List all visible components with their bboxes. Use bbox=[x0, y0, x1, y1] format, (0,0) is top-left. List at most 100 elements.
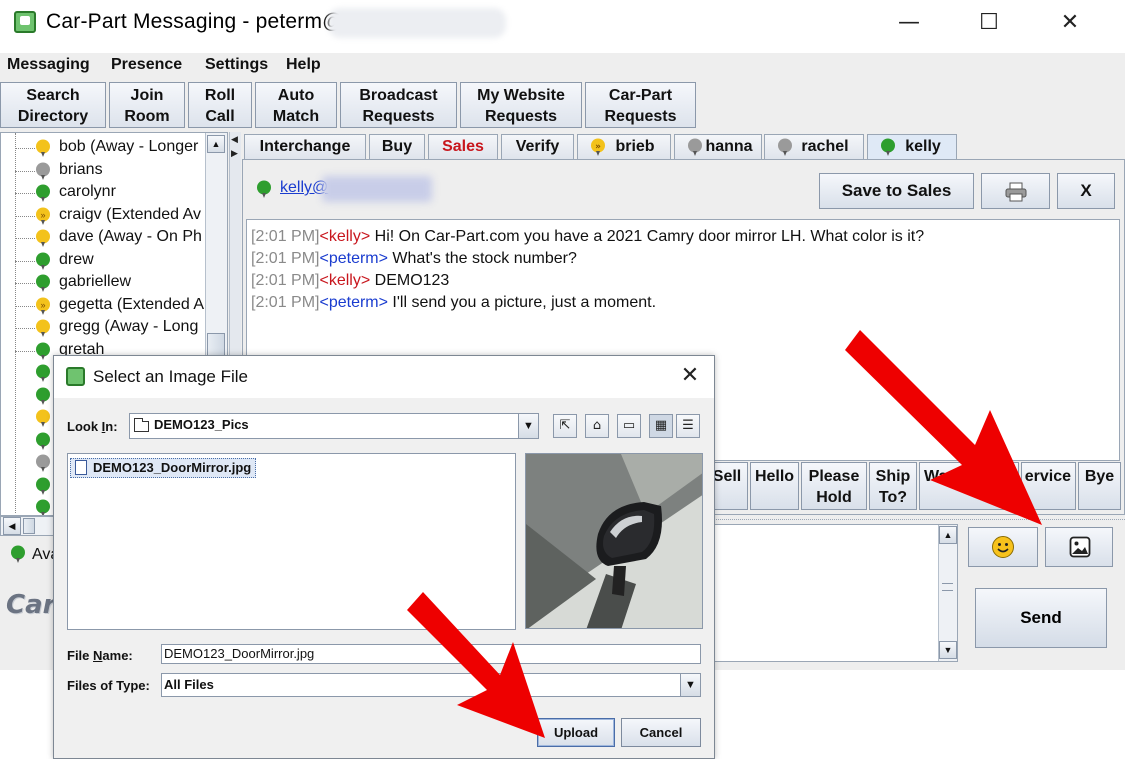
image-preview bbox=[525, 453, 703, 629]
menu-settings[interactable]: Settings bbox=[205, 56, 268, 74]
redacted-email bbox=[328, 8, 506, 38]
tree-connector bbox=[15, 260, 35, 262]
tab-verify[interactable]: Verify bbox=[501, 134, 574, 159]
scroll-up-icon[interactable]: ▲ bbox=[939, 526, 957, 544]
emoji-button[interactable] bbox=[968, 527, 1038, 567]
available-status-icon bbox=[36, 499, 50, 515]
file-type-combo[interactable]: All Files ▼ bbox=[161, 673, 701, 697]
contact-item[interactable]: » craigv (Extended Av bbox=[1, 205, 206, 227]
tab-kelly[interactable]: kelly bbox=[867, 134, 957, 159]
quick-service-button[interactable]: ervice bbox=[1021, 462, 1076, 510]
chevron-down-icon[interactable]: ▼ bbox=[680, 674, 700, 696]
minimize-icon[interactable]: — bbox=[886, 6, 932, 40]
quick-wait-button[interactable]: Wa bbox=[919, 462, 1019, 510]
tab-buy[interactable]: Buy bbox=[369, 134, 425, 159]
scroll-down-icon[interactable]: ▼ bbox=[939, 641, 957, 659]
contact-item[interactable]: carolynr bbox=[1, 182, 206, 204]
search-directory-button[interactable]: Search Directory bbox=[0, 82, 106, 128]
file-item[interactable]: DEMO123_DoorMirror.jpg bbox=[70, 458, 257, 478]
quick-hello-button[interactable]: Hello bbox=[750, 462, 799, 510]
collapse-left-icon[interactable]: ◀ bbox=[231, 134, 238, 145]
expand-right-icon[interactable]: ▶ bbox=[231, 148, 238, 159]
menu-bar: Messaging Presence Settings Help bbox=[0, 53, 1125, 80]
save-to-sales-button[interactable]: Save to Sales bbox=[819, 173, 974, 209]
broadcast-requests-button[interactable]: Broadcast Requests bbox=[340, 82, 457, 128]
contact-item[interactable]: dave (Away - On Ph bbox=[1, 227, 206, 249]
car-part-logo: Car bbox=[6, 590, 56, 620]
contact-item[interactable]: bob (Away - Longer bbox=[1, 137, 206, 159]
file-name-input[interactable]: DEMO123_DoorMirror.jpg bbox=[161, 644, 701, 664]
tab-label: brieb bbox=[615, 138, 655, 155]
input-scrollbar[interactable]: ▲ ▼ bbox=[938, 525, 957, 661]
contact-item[interactable]: brians bbox=[1, 160, 206, 182]
app-icon bbox=[66, 367, 85, 386]
scroll-thumb[interactable] bbox=[207, 333, 225, 357]
extended-away-icon: » bbox=[591, 138, 605, 156]
contact-email-link[interactable]: kelly@ bbox=[280, 179, 328, 197]
send-image-button[interactable] bbox=[1045, 527, 1113, 567]
up-folder-icon[interactable]: ⇱ bbox=[553, 414, 577, 438]
door-mirror-preview bbox=[526, 454, 702, 628]
message-input[interactable] bbox=[700, 524, 958, 662]
tab-brieb[interactable]: » brieb bbox=[577, 134, 671, 159]
print-button[interactable] bbox=[981, 173, 1050, 209]
file-list[interactable] bbox=[67, 453, 516, 630]
details-view-icon[interactable]: ☰ bbox=[676, 414, 700, 438]
tree-connector bbox=[15, 215, 35, 217]
contact-name: carolynr bbox=[59, 183, 116, 200]
contact-item[interactable]: gregg (Away - Long bbox=[1, 317, 206, 339]
file-icon bbox=[75, 460, 87, 475]
close-icon[interactable]: ✕ bbox=[1047, 6, 1093, 40]
my-website-requests-button[interactable]: My Website Requests bbox=[460, 82, 582, 128]
send-button[interactable]: Send bbox=[975, 588, 1107, 648]
available-status-icon bbox=[36, 432, 50, 450]
maximize-icon[interactable]: ☐ bbox=[966, 6, 1012, 40]
splitter[interactable] bbox=[700, 514, 1125, 520]
hscroll-thumb[interactable] bbox=[23, 518, 35, 534]
menu-help[interactable]: Help bbox=[286, 56, 321, 74]
auto-match-button[interactable]: Auto Match bbox=[255, 82, 337, 128]
tree-connector bbox=[15, 350, 35, 352]
chevron-down-icon[interactable]: ▼ bbox=[518, 414, 538, 438]
upload-button[interactable]: Upload bbox=[537, 718, 615, 747]
car-part-requests-button[interactable]: Car-Part Requests bbox=[585, 82, 696, 128]
svg-text:»: » bbox=[40, 300, 45, 310]
close-icon[interactable]: ✕ bbox=[676, 362, 704, 390]
menu-presence[interactable]: Presence bbox=[111, 56, 182, 74]
extended-away-icon: » bbox=[36, 207, 50, 225]
new-folder-icon[interactable]: ▭ bbox=[617, 414, 641, 438]
tab-interchange[interactable]: Interchange bbox=[244, 134, 366, 159]
contact-item[interactable]: » gegetta (Extended A bbox=[1, 295, 206, 317]
join-room-button[interactable]: Join Room bbox=[109, 82, 185, 128]
chat-message: [2:01 PM]<kelly> DEMO123 bbox=[251, 272, 450, 289]
tab-sales[interactable]: Sales bbox=[428, 134, 498, 159]
svg-text:»: » bbox=[595, 142, 601, 152]
contact-item[interactable]: gabriellew bbox=[1, 272, 206, 294]
tree-connector bbox=[15, 238, 35, 239]
contact-item[interactable]: drew bbox=[1, 250, 206, 272]
home-icon[interactable]: ⌂ bbox=[585, 414, 609, 438]
printer-icon bbox=[1005, 182, 1026, 202]
available-status-icon bbox=[36, 342, 50, 360]
scroll-up-icon[interactable]: ▲ bbox=[207, 135, 225, 153]
tab-label: hanna bbox=[705, 138, 753, 155]
tab-hanna[interactable]: hanna bbox=[674, 134, 762, 159]
quick-please-hold-button[interactable]: Please Hold bbox=[801, 462, 867, 510]
tree-connector bbox=[15, 170, 35, 172]
quick-ship-to-button[interactable]: Ship To? bbox=[869, 462, 917, 510]
tree-connector bbox=[15, 305, 35, 307]
cancel-button[interactable]: Cancel bbox=[621, 718, 701, 747]
file-name: DEMO123_DoorMirror.jpg bbox=[93, 460, 252, 475]
quick-bye-button[interactable]: Bye bbox=[1078, 462, 1121, 510]
menu-messaging[interactable]: Messaging bbox=[7, 56, 90, 74]
close-chat-button[interactable]: X bbox=[1057, 173, 1115, 209]
away-status-icon bbox=[36, 139, 50, 157]
roll-call-button[interactable]: Roll Call bbox=[188, 82, 252, 128]
scroll-left-icon[interactable]: ◀ bbox=[3, 517, 21, 535]
extended-away-icon: » bbox=[36, 297, 50, 315]
redacted-email bbox=[322, 176, 432, 202]
tab-rachel[interactable]: rachel bbox=[764, 134, 864, 159]
title-bar: Car-Part Messaging - peterm@ — ☐ ✕ bbox=[0, 0, 1125, 46]
available-status-icon bbox=[36, 274, 50, 292]
list-view-icon[interactable]: ▦ bbox=[649, 414, 673, 438]
